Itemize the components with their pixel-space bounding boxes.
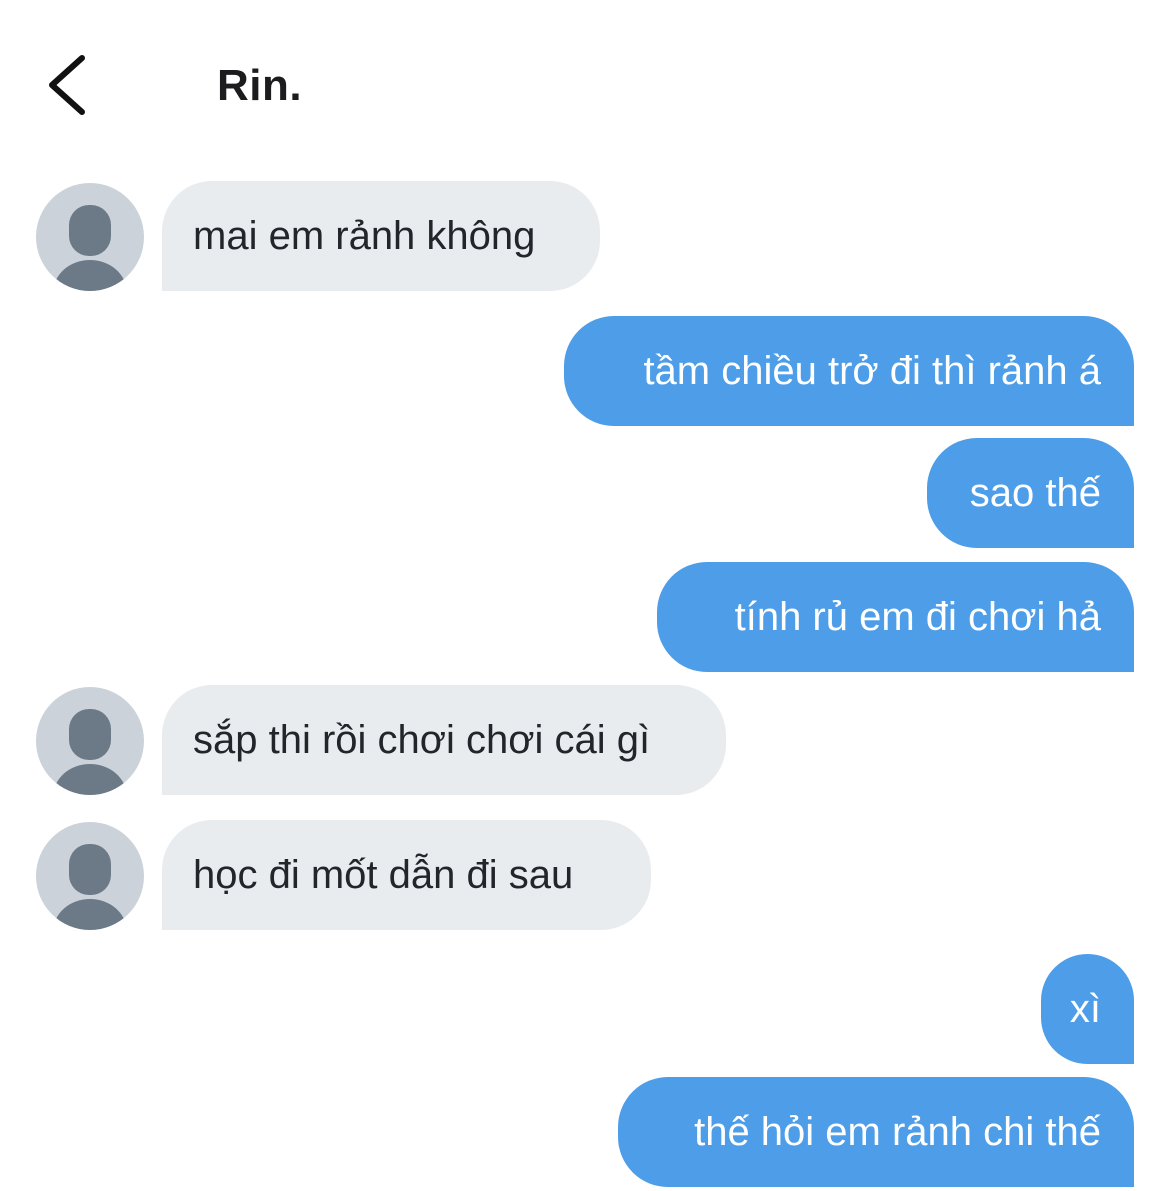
message-bubble-outgoing[interactable]: tầm chiều trở đi thì rảnh á bbox=[564, 316, 1134, 426]
message-bubble-outgoing[interactable]: thế hỏi em rảnh chi thế bbox=[618, 1077, 1134, 1187]
chevron-left-icon bbox=[49, 55, 85, 115]
message-bubble-incoming[interactable]: sắp thi rồi chơi chơi cái gì bbox=[162, 685, 726, 795]
contact-avatar[interactable] bbox=[36, 687, 144, 795]
message-text: mai em rảnh không bbox=[193, 214, 536, 258]
message-text: học đi mốt dẫn đi sau bbox=[193, 853, 574, 897]
message-text: xì bbox=[1069, 987, 1101, 1031]
message-text: sao thế bbox=[969, 471, 1101, 515]
chat-header: Rin. bbox=[0, 0, 1170, 170]
contact-name: Rin. bbox=[217, 61, 303, 110]
default-user-avatar-icon bbox=[53, 709, 127, 795]
message-bubble-outgoing[interactable]: tính rủ em đi chơi hả bbox=[657, 562, 1134, 672]
message-bubble-incoming[interactable]: mai em rảnh không bbox=[162, 181, 600, 291]
message-text: thế hỏi em rảnh chi thế bbox=[694, 1110, 1101, 1154]
message-text: sắp thi rồi chơi chơi cái gì bbox=[193, 718, 651, 762]
message-text: tầm chiều trở đi thì rảnh á bbox=[643, 349, 1101, 393]
message-bubble-outgoing[interactable]: sao thế bbox=[927, 438, 1134, 548]
contact-avatar[interactable] bbox=[36, 822, 144, 930]
back-button[interactable] bbox=[40, 50, 100, 120]
default-user-avatar-icon bbox=[53, 844, 127, 930]
contact-avatar[interactable] bbox=[36, 183, 144, 291]
default-user-avatar-icon bbox=[53, 205, 127, 291]
message-bubble-incoming[interactable]: học đi mốt dẫn đi sau bbox=[162, 820, 651, 930]
message-text: tính rủ em đi chơi hả bbox=[734, 595, 1101, 639]
message-bubble-outgoing[interactable]: xì bbox=[1041, 954, 1134, 1064]
